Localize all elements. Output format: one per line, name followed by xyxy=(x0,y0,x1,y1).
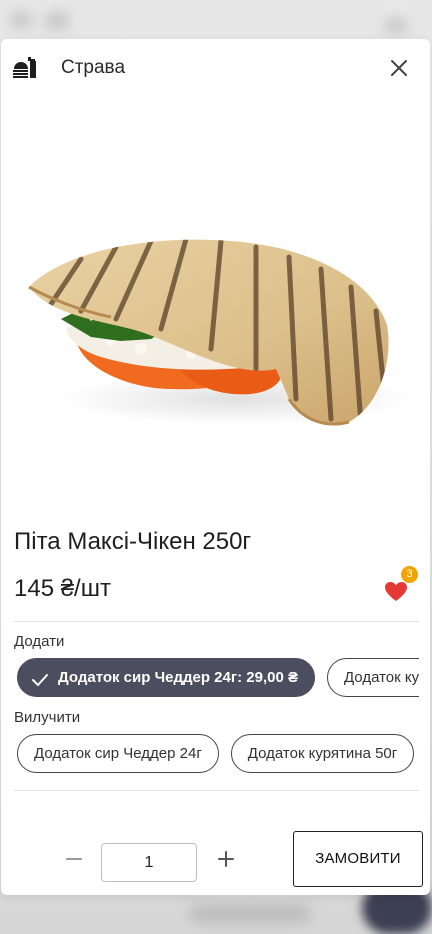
product-modal: Страва Піта Максі-Чікен 250г 145 ₴/шт 3 … xyxy=(1,39,430,895)
add-option-label: Додаток курятина 50г xyxy=(343,669,419,686)
exclude-option-chip[interactable]: Додаток курятина 50г xyxy=(230,734,415,773)
divider xyxy=(14,621,419,622)
modal-title: Страва xyxy=(61,57,126,78)
quantity-input[interactable] xyxy=(101,843,197,882)
plus-icon[interactable] xyxy=(214,847,238,871)
product-price: 145 ₴/шт xyxy=(14,575,111,602)
add-options-row: Додаток сир Чеддер 24г: 29,00 ₴ Додаток … xyxy=(17,658,419,698)
exclude-option-label: Додаток сир Чеддер 24г xyxy=(34,745,202,762)
background-blur-element xyxy=(385,18,407,34)
exclude-option-chip[interactable]: Додаток сир Чеддер 24г xyxy=(17,734,219,773)
exclude-section-label: Вилучити xyxy=(14,709,81,726)
add-option-chip[interactable]: Додаток курятина 50г xyxy=(326,658,419,697)
modal-header: Страва xyxy=(1,39,430,97)
exclude-option-label: Додаток курятина 50г xyxy=(247,745,398,762)
add-section-label: Додати xyxy=(14,633,65,650)
divider xyxy=(14,790,419,791)
add-option-label: Додаток сир Чеддер 24г: 29,00 ₴ xyxy=(58,669,298,686)
exclude-options-row: Додаток сир Чеддер 24г Додаток курятина 5… xyxy=(17,734,419,774)
favorite-count-badge: 3 xyxy=(401,566,418,583)
background-blur-element xyxy=(45,12,69,30)
dish-icon xyxy=(12,55,38,81)
background-blur-element xyxy=(190,905,310,923)
minus-icon[interactable] xyxy=(62,847,86,871)
add-option-chip[interactable]: Додаток сир Чеддер 24г: 29,00 ₴ xyxy=(17,658,315,697)
product-image xyxy=(21,229,416,429)
close-icon[interactable] xyxy=(386,55,412,81)
product-title: Піта Максі-Чікен 250г xyxy=(14,528,252,555)
check-icon xyxy=(30,667,50,687)
order-button[interactable]: ЗАМОВИТИ xyxy=(293,831,423,887)
background-blur-element xyxy=(10,12,32,28)
heart-icon[interactable] xyxy=(383,579,409,603)
